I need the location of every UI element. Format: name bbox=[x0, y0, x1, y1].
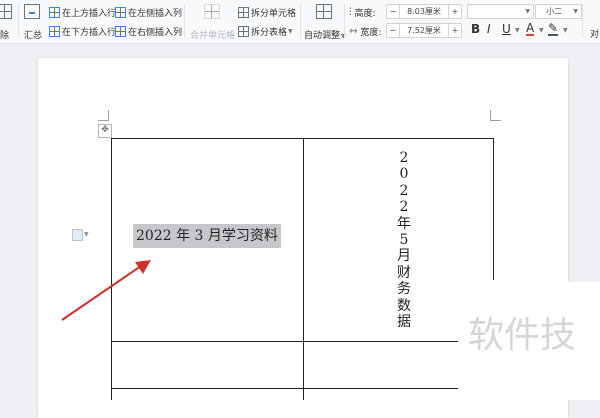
annotation-arrow-head bbox=[135, 260, 151, 274]
annotation-arrow-line bbox=[61, 265, 142, 321]
watermark-text: 软件技 bbox=[468, 315, 577, 356]
